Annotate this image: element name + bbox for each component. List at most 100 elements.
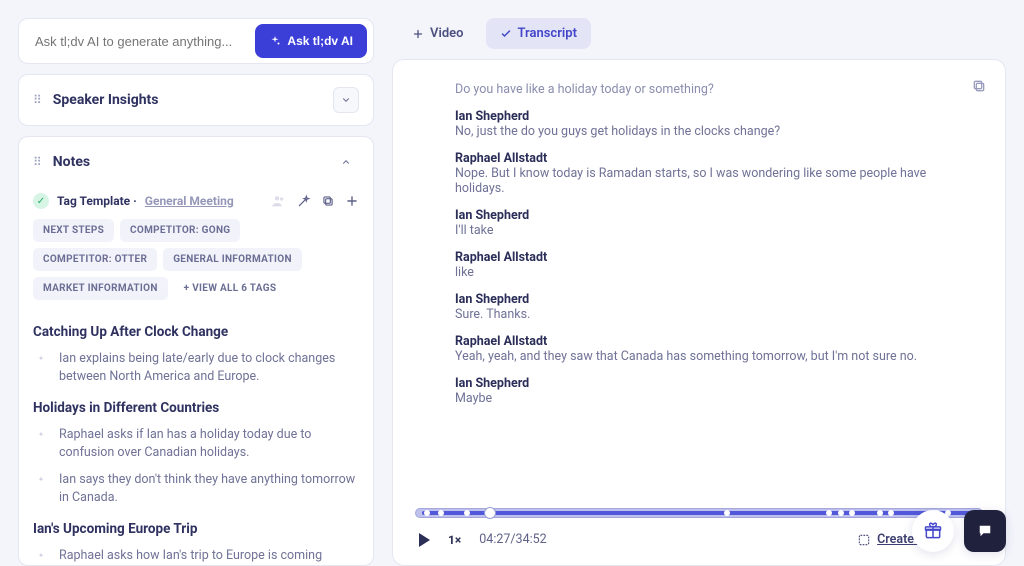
transcript-text: No, just the do you guys get holidays in… bbox=[455, 124, 780, 139]
note-bullet-text: Raphael asks if Ian has a holiday today … bbox=[59, 426, 359, 462]
tag-chip[interactable]: COMPETITOR: OTTER bbox=[33, 248, 157, 271]
tab-video[interactable]: Video bbox=[398, 18, 478, 49]
gift-icon bbox=[923, 521, 943, 541]
transcript-speaker: Raphael Allstadt bbox=[455, 334, 963, 349]
transcript-line[interactable]: Ian ShepherdMaybe bbox=[455, 376, 963, 406]
transcript-line[interactable]: Raphael AllstadtNope. But I know today i… bbox=[455, 151, 963, 196]
timeline[interactable] bbox=[415, 508, 983, 518]
notes-panel: ⠿ Notes ✓ Tag Template · General Meeting bbox=[18, 136, 374, 566]
notes-title: Notes bbox=[53, 154, 323, 170]
notes-header[interactable]: ⠿ Notes bbox=[19, 137, 373, 187]
transcript-text: Yeah, yeah, and they saw that Canada has… bbox=[455, 349, 917, 364]
timeline-marker[interactable] bbox=[724, 510, 730, 516]
ai-search-input[interactable] bbox=[35, 34, 255, 49]
note-bullet[interactable]: Raphael asks how Ian's trip to Europe is… bbox=[33, 543, 359, 565]
drag-icon: ⠿ bbox=[33, 93, 43, 107]
timeline-marker[interactable] bbox=[888, 510, 894, 516]
note-section-title: Holidays in Different Countries bbox=[33, 400, 359, 416]
tabs: Video Transcript bbox=[392, 18, 1006, 49]
tag-template-label: Tag Template · bbox=[57, 194, 137, 208]
gift-button[interactable] bbox=[912, 510, 954, 552]
note-section-title: Ian's Upcoming Europe Trip bbox=[33, 521, 359, 537]
notes-body: ✓ Tag Template · General Meeting bbox=[19, 187, 373, 565]
sparkle-icon bbox=[33, 473, 49, 489]
transcript-speaker: Ian Shepherd bbox=[455, 376, 963, 391]
ask-ai-button-label: Ask tl;dv AI bbox=[287, 34, 353, 48]
transcript-text: like bbox=[455, 265, 474, 280]
transcript-line[interactable]: Raphael AllstadtYeah, yeah, and they saw… bbox=[455, 334, 963, 364]
sparkle-icon bbox=[269, 35, 281, 47]
notes-sections: Catching Up After Clock Change Ian explai… bbox=[33, 324, 359, 565]
transcript-text: Maybe bbox=[455, 391, 492, 406]
chevron-up-icon[interactable] bbox=[333, 149, 359, 175]
transcript-speaker: Ian Shepherd bbox=[455, 292, 963, 307]
timeline-marker[interactable] bbox=[838, 510, 844, 516]
note-bullet-text: Raphael asks how Ian's trip to Europe is… bbox=[59, 547, 359, 565]
note-bullet[interactable]: Raphael asks if Ian has a holiday today … bbox=[33, 422, 359, 466]
transcript-scroll[interactable]: Do you have like a holiday today or some… bbox=[415, 82, 983, 498]
transcript-line[interactable]: Ian ShepherdSure. Thanks. bbox=[455, 292, 963, 322]
transcript-speaker: Raphael Allstadt bbox=[455, 151, 963, 166]
drag-icon: ⠿ bbox=[33, 155, 43, 169]
tag-chip[interactable]: COMPETITOR: GONG bbox=[120, 219, 240, 242]
transcript-text: Do you have like a holiday today or some… bbox=[455, 82, 714, 97]
timeline-marker[interactable] bbox=[877, 510, 883, 516]
tab-video-label: Video bbox=[430, 26, 464, 41]
view-all-tags[interactable]: + VIEW ALL 6 TAGS bbox=[174, 277, 287, 300]
copy-icon[interactable] bbox=[971, 78, 987, 94]
timecode: 04:27/34:52 bbox=[479, 532, 546, 547]
note-section-title: Catching Up After Clock Change bbox=[33, 324, 359, 340]
speaker-insights-panel: ⠿ Speaker Insights bbox=[18, 74, 374, 126]
timeline-playhead[interactable] bbox=[484, 507, 496, 519]
tag-chip[interactable]: GENERAL INFORMATION bbox=[163, 248, 302, 271]
timeline-marker[interactable] bbox=[826, 510, 832, 516]
sparkle-icon bbox=[33, 428, 49, 444]
people-icon[interactable] bbox=[271, 194, 287, 208]
tag-chips: NEXT STEPS COMPETITOR: GONG COMPETITOR: OT… bbox=[33, 219, 359, 314]
plus-icon bbox=[412, 28, 424, 40]
ask-ai-button[interactable]: Ask tl;dv AI bbox=[255, 24, 367, 58]
tag-template-link[interactable]: General Meeting bbox=[145, 194, 234, 208]
play-button[interactable] bbox=[419, 533, 430, 547]
scissors-icon bbox=[857, 533, 871, 547]
copy-icon[interactable] bbox=[321, 194, 335, 208]
note-bullet[interactable]: Ian explains being late/early due to clo… bbox=[33, 346, 359, 390]
timeline-marker[interactable] bbox=[849, 510, 855, 516]
note-bullet[interactable]: Ian says they don't think they have anyt… bbox=[33, 467, 359, 511]
tag-chip[interactable]: NEXT STEPS bbox=[33, 219, 114, 242]
tag-template-row: ✓ Tag Template · General Meeting bbox=[33, 187, 359, 219]
note-bullet-text: Ian says they don't think they have anyt… bbox=[59, 471, 359, 507]
check-icon bbox=[500, 28, 512, 40]
sparkle-icon bbox=[33, 352, 49, 368]
transcript-text: Sure. Thanks. bbox=[455, 307, 530, 322]
tab-transcript-label: Transcript bbox=[518, 26, 577, 41]
note-bullet-text: Ian explains being late/early due to clo… bbox=[59, 350, 359, 386]
transcript-line[interactable]: Do you have like a holiday today or some… bbox=[455, 82, 963, 97]
plus-icon[interactable] bbox=[345, 194, 359, 208]
transcript-speaker: Ian Shepherd bbox=[455, 109, 963, 124]
tag-chip[interactable]: MARKET INFORMATION bbox=[33, 277, 168, 300]
timeline-marker[interactable] bbox=[464, 510, 470, 516]
tab-transcript[interactable]: Transcript bbox=[486, 18, 591, 49]
transcript-speaker: Raphael Allstadt bbox=[455, 250, 963, 265]
timeline-marker[interactable] bbox=[438, 510, 444, 516]
chat-button[interactable] bbox=[964, 510, 1006, 552]
chevron-down-icon[interactable] bbox=[333, 87, 359, 113]
player-controls: 1× 04:27/34:52 Create a clip bbox=[415, 526, 983, 551]
sparkle-icon bbox=[33, 549, 49, 565]
ai-search-bar: Ask tl;dv AI bbox=[18, 18, 374, 64]
speed-button[interactable]: 1× bbox=[448, 533, 461, 547]
transcript-panel: Do you have like a holiday today or some… bbox=[392, 59, 1006, 566]
chat-icon bbox=[976, 522, 994, 540]
wand-icon[interactable] bbox=[297, 194, 311, 208]
transcript-text: Nope. But I know today is Ramadan starts… bbox=[455, 166, 926, 196]
timeline-marker[interactable] bbox=[424, 510, 430, 516]
transcript-line[interactable]: Ian ShepherdNo, just the do you guys get… bbox=[455, 109, 963, 139]
transcript-speaker: Ian Shepherd bbox=[455, 208, 963, 223]
transcript-line[interactable]: Ian ShepherdI'll take bbox=[455, 208, 963, 238]
speaker-insights-header[interactable]: ⠿ Speaker Insights bbox=[19, 75, 373, 125]
transcript-line[interactable]: Raphael Allstadtlike bbox=[455, 250, 963, 280]
speaker-insights-title: Speaker Insights bbox=[53, 92, 323, 108]
check-icon: ✓ bbox=[33, 193, 49, 209]
transcript-text: I'll take bbox=[455, 223, 494, 238]
